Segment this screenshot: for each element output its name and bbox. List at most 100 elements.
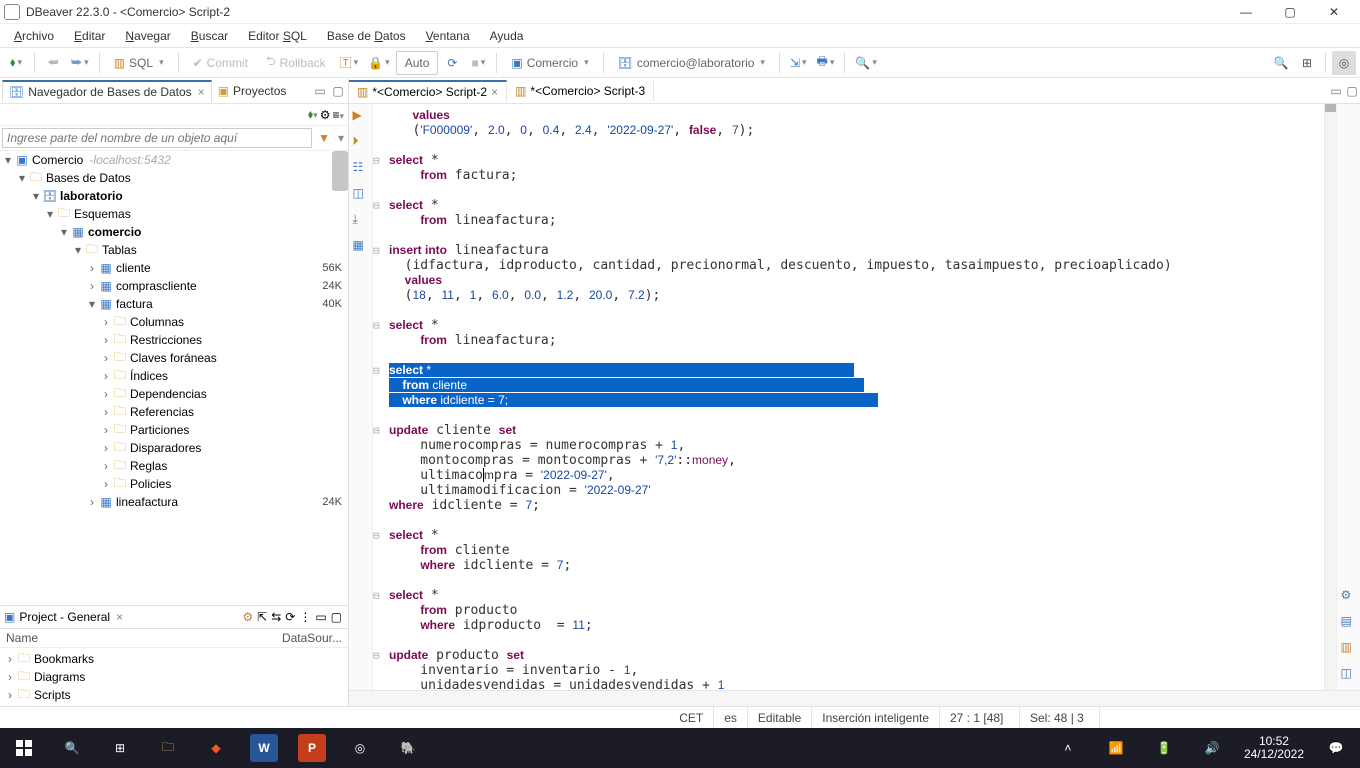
tree-table[interactable]: ›▦cliente 56K bbox=[0, 259, 348, 277]
new-connection-button[interactable]: ⬧▾ bbox=[4, 51, 28, 75]
max-icon[interactable]: ▢ bbox=[331, 610, 342, 624]
database-selector[interactable]: 🗄comercio@laboratorio▾ bbox=[610, 51, 773, 75]
menu-navegar[interactable]: Navegar bbox=[117, 27, 178, 45]
tree-folder[interactable]: ›🗀Restricciones bbox=[0, 331, 348, 349]
auto-commit-toggle[interactable]: Auto bbox=[396, 51, 439, 75]
maximize-button[interactable]: ▢ bbox=[1268, 0, 1312, 24]
taskbar-clock[interactable]: 10:52 24/12/2022 bbox=[1236, 735, 1312, 761]
refresh-button[interactable]: ⟳ bbox=[440, 51, 464, 75]
nav-back-button[interactable]: ⮨ bbox=[41, 51, 65, 75]
search-task-icon[interactable]: 🔍 bbox=[48, 728, 96, 768]
load-icon[interactable]: ▦ bbox=[353, 238, 369, 254]
tree-database[interactable]: ▾🗄laboratorio bbox=[0, 187, 348, 205]
overview-ruler[interactable] bbox=[1324, 104, 1336, 690]
tx-lock-button[interactable]: 🔒▾ bbox=[364, 51, 393, 75]
close-icon[interactable]: × bbox=[491, 85, 498, 99]
config-icon[interactable]: ⚙ bbox=[320, 108, 331, 122]
print-button[interactable]: 🖶▾ bbox=[813, 51, 839, 75]
db-tree[interactable]: ▾▣ Comercio - localhost:5432 ▾🗀Bases de … bbox=[0, 151, 348, 605]
notifications-icon[interactable]: 💬 bbox=[1312, 728, 1360, 768]
menu-icon[interactable]: ⋮ bbox=[299, 610, 311, 624]
explorer-icon[interactable]: 🗀 bbox=[144, 728, 192, 768]
explain-icon[interactable]: ☷ bbox=[353, 160, 369, 176]
link-icon[interactable]: ⇆ bbox=[271, 610, 281, 624]
min-icon[interactable]: ▭ bbox=[315, 610, 326, 624]
tree-connection[interactable]: ▾▣ Comercio - localhost:5432 bbox=[0, 151, 348, 169]
filter-menu-icon[interactable]: ▾ bbox=[334, 131, 348, 145]
menu-base-de-datos[interactable]: Base de Datos bbox=[319, 27, 414, 45]
script-icon[interactable]: ▥ bbox=[1341, 640, 1357, 656]
sql-editor[interactable]: ⊟ ⊟ ⊟ ⊟ ⊟ ⊟ ⊟ ⊟ ⊟ values ('F000009', 2.0… bbox=[373, 104, 1336, 690]
horizontal-scrollbar[interactable] bbox=[349, 690, 1360, 706]
panel-icon[interactable]: ▤ bbox=[1341, 614, 1357, 630]
tree-folder[interactable]: ›🗀Dependencias bbox=[0, 385, 348, 403]
export-icon[interactable]: ⤓ bbox=[353, 212, 369, 228]
wifi-icon[interactable]: 📶 bbox=[1092, 728, 1140, 768]
tree-folder[interactable]: ›🗀Particiones bbox=[0, 421, 348, 439]
find-global-button[interactable]: 🔍 bbox=[1269, 51, 1293, 75]
close-icon[interactable]: × bbox=[116, 610, 123, 624]
menu-ayuda[interactable]: Ayuda bbox=[482, 27, 532, 45]
tree-table[interactable]: ›▦comprascliente 24K bbox=[0, 277, 348, 295]
export-button[interactable]: ⇲▾ bbox=[786, 51, 811, 75]
project-item[interactable]: ›🗀Scripts bbox=[0, 686, 348, 704]
pg-icon[interactable]: 🐘 bbox=[384, 728, 432, 768]
tree-folder[interactable]: ›🗀Referencias bbox=[0, 403, 348, 421]
close-button[interactable]: ✕ bbox=[1312, 0, 1356, 24]
tree-folder[interactable]: ›🗀Columnas bbox=[0, 313, 348, 331]
tree-folder[interactable]: ›🗀Policies bbox=[0, 475, 348, 493]
tree-databases[interactable]: ▾🗀Bases de Datos bbox=[0, 169, 348, 187]
word-icon[interactable]: W bbox=[250, 734, 278, 762]
sql-editor-button[interactable]: ▥SQL▾ bbox=[106, 51, 172, 75]
minimize-view-icon[interactable]: ▭ bbox=[312, 83, 328, 99]
connection-selector[interactable]: ▣Comercio▾ bbox=[503, 51, 596, 75]
refresh-icon[interactable]: ⟳ bbox=[285, 610, 295, 624]
execute-script-icon[interactable]: ⏵ bbox=[353, 134, 369, 150]
tab-projects[interactable]: ▣ Proyectos bbox=[212, 81, 293, 101]
start-button[interactable] bbox=[0, 728, 48, 768]
rollback-button[interactable]: ⮌Rollback bbox=[258, 51, 334, 75]
project-item[interactable]: ›🗀Diagrams bbox=[0, 668, 348, 686]
menu-editar[interactable]: Editar bbox=[66, 27, 113, 45]
menu-buscar[interactable]: Buscar bbox=[183, 27, 236, 45]
editor-tab[interactable]: ▥ *<Comercio> Script-3 bbox=[507, 81, 654, 101]
execute-icon[interactable]: ▶ bbox=[353, 108, 369, 124]
gear-icon[interactable]: ⚙ bbox=[1341, 588, 1357, 604]
min-icon[interactable]: ▭ bbox=[1328, 84, 1344, 98]
obs-icon[interactable]: ◎ bbox=[336, 728, 384, 768]
collapse-icon[interactable]: ⇱ bbox=[257, 610, 267, 624]
tree-scrollbar[interactable] bbox=[332, 151, 348, 605]
close-icon[interactable]: × bbox=[198, 85, 205, 99]
menu-editor-sql[interactable]: Editor SQL bbox=[240, 27, 315, 45]
gear-icon[interactable]: ⚙ bbox=[242, 610, 253, 624]
nav-fwd-button[interactable]: ⮩▾ bbox=[67, 51, 93, 75]
code-content[interactable]: values ('F000009', 2.0, 0, 0.4, 2.4, '20… bbox=[389, 108, 1172, 690]
tree-folder[interactable]: ›🗀Disparadores bbox=[0, 439, 348, 457]
powerpoint-icon[interactable]: P bbox=[298, 734, 326, 762]
project-tree[interactable]: ›🗀Bookmarks ›🗀Diagrams ›🗀Scripts bbox=[0, 648, 348, 706]
battery-icon[interactable]: 🔋 bbox=[1140, 728, 1188, 768]
tree-folder[interactable]: ›🗀Índices bbox=[0, 367, 348, 385]
volume-icon[interactable]: 🔊 bbox=[1188, 728, 1236, 768]
tree-menu-icon[interactable]: ≡▾ bbox=[332, 108, 344, 122]
editor-tab[interactable]: ▥ *<Comercio> Script-2 × bbox=[349, 80, 507, 102]
tray-chevron-icon[interactable]: ˄ bbox=[1044, 728, 1092, 768]
search-button[interactable]: 🔍▾ bbox=[851, 51, 880, 75]
tx-mode-button[interactable]: 🅃▾ bbox=[336, 51, 363, 75]
brave-icon[interactable]: ◆ bbox=[192, 728, 240, 768]
tree-schemas[interactable]: ▾🗀Esquemas bbox=[0, 205, 348, 223]
maximize-view-icon[interactable]: ▢ bbox=[330, 83, 346, 99]
project-item[interactable]: ›🗀Bookmarks bbox=[0, 650, 348, 668]
variables-icon[interactable]: ◫ bbox=[1341, 666, 1357, 682]
perspective-button[interactable]: ⊞ bbox=[1295, 51, 1319, 75]
commit-button[interactable]: ✔Commit bbox=[185, 51, 256, 75]
tree-folder[interactable]: ›🗀Claves foráneas bbox=[0, 349, 348, 367]
tree-table[interactable]: ›▦lineafactura 24K bbox=[0, 493, 348, 511]
fold-gutter[interactable]: ⊟ ⊟ ⊟ ⊟ ⊟ ⊟ ⊟ ⊟ ⊟ bbox=[373, 108, 387, 690]
menu-ventana[interactable]: Ventana bbox=[418, 27, 478, 45]
tree-table[interactable]: ▾▦factura 40K bbox=[0, 295, 348, 313]
stop-button[interactable]: ■▾ bbox=[466, 51, 490, 75]
tab-db-navigator[interactable]: 🗄 Navegador de Bases de Datos × bbox=[2, 80, 212, 102]
dbeaver-perspective-icon[interactable]: ◎ bbox=[1332, 51, 1356, 75]
task-view-icon[interactable]: ⊞ bbox=[96, 728, 144, 768]
